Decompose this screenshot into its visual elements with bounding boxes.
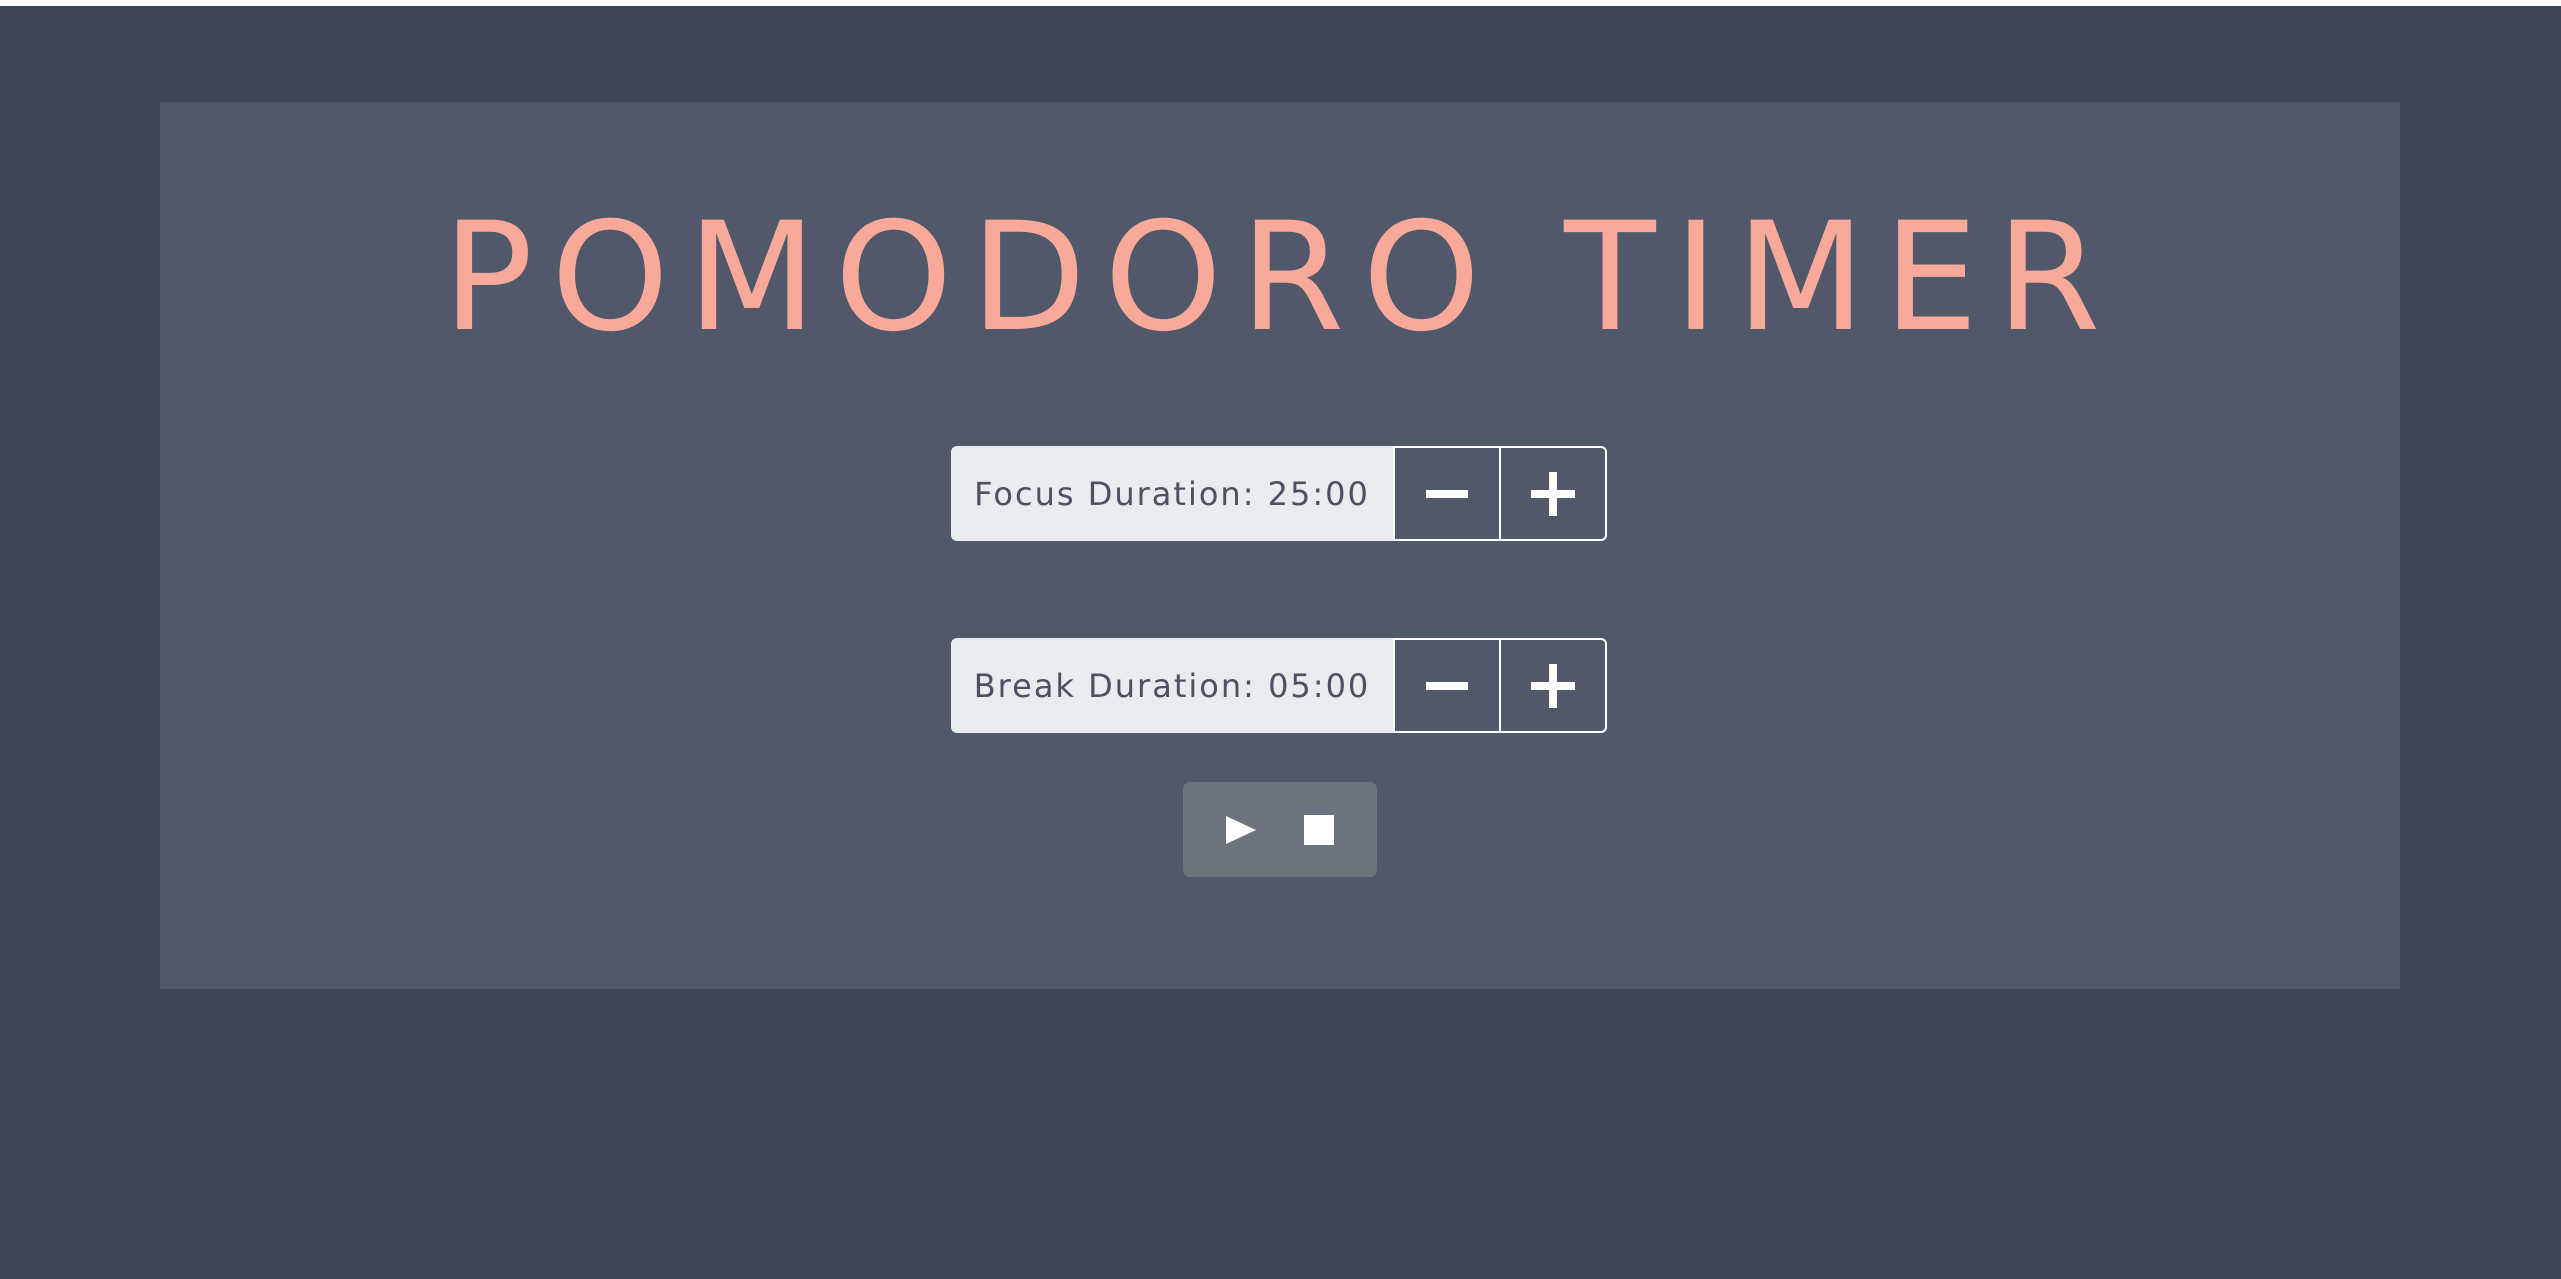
browser-top-edge (0, 0, 2561, 6)
minus-icon (1426, 681, 1468, 690)
plus-icon (1531, 471, 1575, 516)
focus-duration-control: Focus Duration: 25:00 (951, 446, 1608, 541)
plus-icon (1531, 663, 1575, 708)
focus-duration-label: Focus Duration: 25:00 (951, 446, 1393, 541)
stop-button[interactable] (1289, 800, 1349, 860)
start-button[interactable] (1211, 800, 1271, 860)
break-duration-label: Break Duration: 05:00 (951, 638, 1393, 733)
break-duration-control: Break Duration: 05:00 (951, 638, 1608, 733)
break-decrease-button[interactable] (1393, 638, 1500, 733)
minus-icon (1426, 489, 1468, 498)
play-icon (1226, 815, 1256, 844)
focus-decrease-button[interactable] (1393, 446, 1500, 541)
page-title: POMODORO TIMER (442, 191, 2119, 365)
break-increase-button[interactable] (1500, 638, 1607, 733)
timer-controls (1183, 782, 1377, 877)
focus-increase-button[interactable] (1500, 446, 1607, 541)
stop-icon (1304, 814, 1334, 845)
